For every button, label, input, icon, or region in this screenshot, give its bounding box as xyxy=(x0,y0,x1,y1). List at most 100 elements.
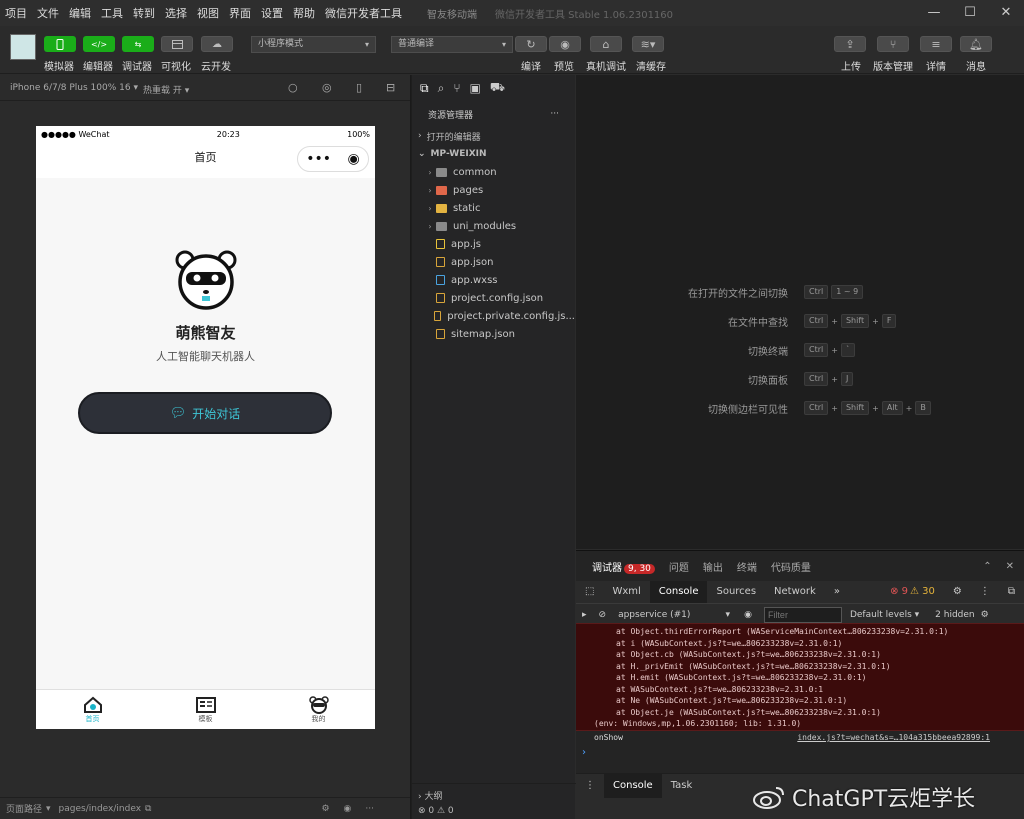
close-icon[interactable]: ✕ xyxy=(1006,561,1014,572)
chevron-up-icon[interactable]: ⌃ xyxy=(983,561,991,572)
version-button[interactable]: ⑂ xyxy=(877,36,909,52)
device-select[interactable]: iPhone 6/7/8 Plus 100% 16 ▾ xyxy=(10,83,138,93)
source-control-icon[interactable]: ⑂ xyxy=(453,81,460,95)
copy-icon[interactable]: ⧉ xyxy=(145,804,151,814)
menu-item-select[interactable]: 选择 xyxy=(160,5,192,21)
files-icon[interactable]: ⧉ xyxy=(420,81,429,96)
stack-trace-line[interactable]: at Object.je (WASubContext.js?t=we…80623… xyxy=(576,707,1024,719)
stack-trace-line[interactable]: at H._privEmit (WASubContext.js?t=we…806… xyxy=(576,661,1024,673)
close-icon[interactable]: ✕ xyxy=(988,0,1024,26)
cloud-dev-button[interactable]: ☁ xyxy=(201,36,233,52)
file-item[interactable]: project.private.config.js... xyxy=(412,307,575,325)
start-chat-button[interactable]: 💬︎ 开始对话 xyxy=(78,392,332,434)
menu-item-devtools[interactable]: 微信开发者工具 xyxy=(320,5,407,21)
tab-drawer-task[interactable]: Task xyxy=(662,774,702,798)
clear-console-icon[interactable]: ⊘ xyxy=(599,610,607,620)
more-icon[interactable]: ··· xyxy=(365,804,374,814)
scene-icon[interactable]: ⚙ xyxy=(321,804,329,814)
minimize-icon[interactable]: — xyxy=(916,0,952,26)
file-item[interactable]: sitemap.json xyxy=(412,325,575,343)
file-item[interactable]: app.js xyxy=(412,235,575,253)
tab-home[interactable]: 首页 xyxy=(36,690,149,729)
hotreload-select[interactable]: 热重载 开 ▾ xyxy=(143,83,189,96)
tab-drawer-console[interactable]: Console xyxy=(604,773,662,798)
mode-select[interactable]: 小程序模式 ▾ xyxy=(251,36,376,53)
outline-section[interactable]: › 大纲 xyxy=(418,789,570,802)
log-source-link[interactable]: index.js?t=wechat&s=…104a315bbeea92899:1 xyxy=(797,731,990,745)
folder-item[interactable]: › uni_modules xyxy=(412,217,575,235)
phone-icon[interactable]: ▯ xyxy=(356,81,362,94)
log-levels-select[interactable]: Default levels ▾ xyxy=(850,610,919,620)
eye-icon[interactable]: ◉ xyxy=(344,804,352,814)
tab-network[interactable]: Network xyxy=(765,581,825,603)
menu-item-interface[interactable]: 界面 xyxy=(224,5,256,21)
visual-toggle-button[interactable] xyxy=(161,36,193,52)
console-filter-input[interactable] xyxy=(763,606,842,623)
stack-trace-line[interactable]: at Object.thirdErrorReport (WAServiceMai… xyxy=(576,626,1024,638)
maximize-icon[interactable]: ☐ xyxy=(952,0,988,26)
remote-debug-button[interactable]: ⌂ xyxy=(590,36,622,52)
stack-trace-line[interactable]: at i (WASubContext.js?t=we…806233238v=2.… xyxy=(576,638,1024,650)
problems-status[interactable]: ⊗ 0 ⚠ 0 xyxy=(418,806,570,816)
console-prompt-icon[interactable]: › xyxy=(582,747,586,758)
messages-button[interactable]: 🔔︎ xyxy=(960,36,992,52)
open-editors-section[interactable]: › 打开的编辑器 xyxy=(412,127,575,145)
stack-trace-line[interactable]: at WASubContext.js?t=we…806233238v=2.31.… xyxy=(576,684,1024,696)
stack-trace-line[interactable]: at Ne (WASubContext.js?t=we…806233238v=2… xyxy=(576,695,1024,707)
tab-output[interactable]: 输出 xyxy=(703,559,723,574)
tab-sources[interactable]: Sources xyxy=(707,581,765,603)
folder-item[interactable]: › pages xyxy=(412,181,575,199)
tab-debugger[interactable]: 调试器 9, 30 xyxy=(592,559,655,574)
file-item[interactable]: app.json xyxy=(412,253,575,271)
menu-item-tools[interactable]: 工具 xyxy=(96,5,128,21)
tab-mine[interactable]: 我的 xyxy=(262,690,375,729)
tab-code-quality[interactable]: 代码质量 xyxy=(771,559,811,574)
upload-button[interactable]: ⇪ xyxy=(834,36,866,52)
sidebar-toggle-icon[interactable]: ▸ xyxy=(582,610,587,620)
record-icon[interactable]: ◎ xyxy=(322,81,332,94)
stack-trace-line[interactable]: at Object.cb (WASubContext.js?t=we…80623… xyxy=(576,649,1024,661)
debug-icon[interactable]: ▣ xyxy=(470,81,481,95)
menu-item-goto[interactable]: 转到 xyxy=(128,5,160,21)
split-view-icon[interactable]: ⊟ xyxy=(386,81,395,94)
file-item[interactable]: app.wxss xyxy=(412,271,575,289)
tab-template[interactable]: 模板 xyxy=(149,690,262,729)
file-item[interactable]: project.config.json xyxy=(412,289,575,307)
gear-icon[interactable]: ⚙ xyxy=(981,610,989,620)
debugger-toggle-button[interactable]: ⇆ xyxy=(122,36,154,52)
stack-trace-line[interactable]: at H.emit (WASubContext.js?t=we…80623323… xyxy=(576,672,1024,684)
eye-icon[interactable]: ◉ xyxy=(744,610,752,620)
compile-select[interactable]: 普通编译 ▾ xyxy=(391,36,513,53)
menu-item-edit[interactable]: 编辑 xyxy=(64,5,96,21)
menu-item-view[interactable]: 视图 xyxy=(192,5,224,21)
menu-item-file[interactable]: 文件 xyxy=(32,5,64,21)
folder-item[interactable]: › static xyxy=(412,199,575,217)
folder-item[interactable]: › common xyxy=(412,163,575,181)
menu-item-help[interactable]: 帮助 xyxy=(288,5,320,21)
preview-button[interactable]: ◉ xyxy=(549,36,581,52)
drawer-menu-icon[interactable]: ⋮ xyxy=(576,774,604,798)
project-section[interactable]: ⌄ MP-WEIXIN xyxy=(412,145,575,163)
tab-wxml[interactable]: Wxml xyxy=(603,581,649,603)
more-tabs-icon[interactable]: » xyxy=(825,581,849,603)
tab-console[interactable]: Console xyxy=(649,581,708,603)
close-mini-program-icon[interactable]: ◉ xyxy=(348,143,360,175)
rotate-icon[interactable]: ○ xyxy=(288,81,298,94)
more-icon[interactable]: ••• xyxy=(306,152,331,166)
context-select[interactable]: appservice (#1) ▾ xyxy=(618,610,730,620)
tab-terminal[interactable]: 终端 xyxy=(737,559,757,574)
page-path-label[interactable]: 页面路径 xyxy=(6,802,42,815)
gear-icon[interactable]: ⚙ xyxy=(944,581,971,603)
undock-icon[interactable]: ⧉ xyxy=(999,581,1024,603)
more-icon[interactable]: ⋮ xyxy=(971,581,999,603)
editor-toggle-button[interactable]: </> xyxy=(83,36,115,52)
details-button[interactable]: ≡ xyxy=(920,36,952,52)
inspect-icon[interactable]: ⬚ xyxy=(576,581,603,603)
avatar[interactable] xyxy=(10,34,36,60)
clear-cache-button[interactable]: ≋▾ xyxy=(632,36,664,52)
tab-problems[interactable]: 问题 xyxy=(669,559,689,574)
menu-item-settings[interactable]: 设置 xyxy=(256,5,288,21)
simulator-toggle-button[interactable] xyxy=(44,36,76,52)
extensions-icon[interactable]: ⛟ xyxy=(490,80,505,96)
compile-button[interactable]: ↻ xyxy=(515,36,547,52)
